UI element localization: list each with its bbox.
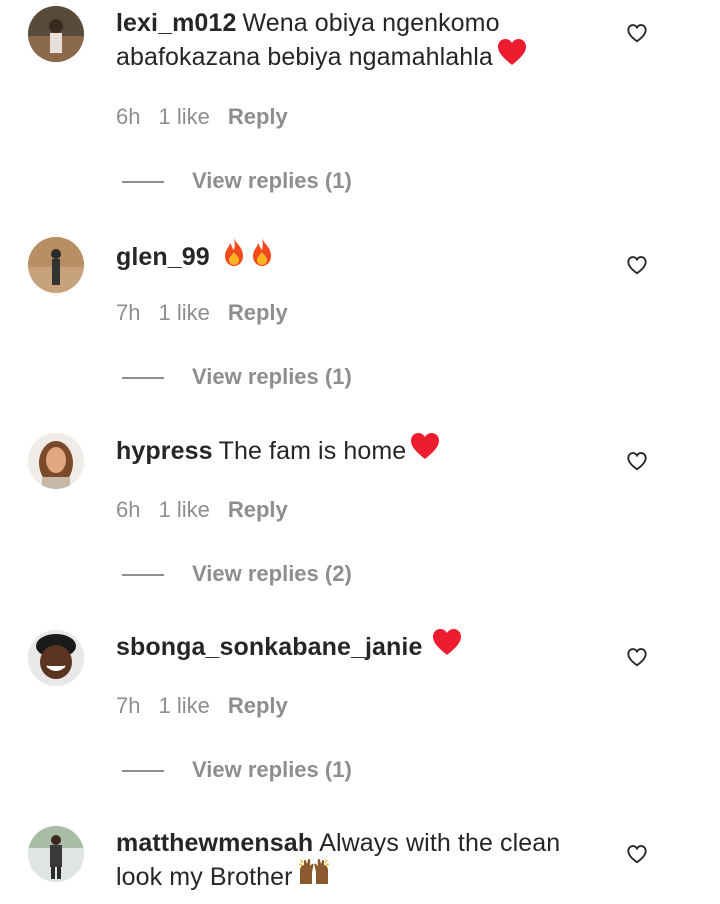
view-replies-button[interactable]: View replies (2) (122, 561, 352, 587)
comment-body: The fam is home (218, 437, 407, 466)
comment-likes[interactable]: 1 like (158, 693, 209, 718)
comment-username[interactable]: sbonga_sonkabane_janie (116, 633, 422, 661)
heart-outline-icon[interactable] (626, 254, 648, 276)
red-heart-icon (432, 628, 462, 665)
avatar[interactable] (28, 630, 84, 686)
red-heart-icon (410, 432, 440, 469)
comment-likes[interactable]: 1 like (158, 497, 209, 522)
view-replies-label: View replies (1) (192, 168, 352, 193)
divider-line (122, 770, 164, 773)
comment-likes[interactable]: 1 like (158, 104, 209, 129)
divider-line (122, 377, 164, 380)
comment-likes[interactable]: 1 like (158, 300, 209, 325)
fire-icon (248, 236, 276, 277)
comment-username[interactable]: glen_99 (116, 243, 210, 271)
comment-time: 7h (116, 693, 141, 718)
heart-outline-icon[interactable] (626, 843, 648, 865)
reply-button[interactable]: Reply (228, 104, 288, 129)
reply-button[interactable]: Reply (228, 693, 288, 718)
comment-username[interactable]: lexi_m012 (116, 9, 236, 37)
comment-meta: 7h 1 like Reply (116, 300, 306, 326)
comment-time: 6h (116, 497, 141, 522)
divider-line (122, 181, 164, 184)
view-replies-label: View replies (2) (192, 561, 352, 586)
comment-text: glen_99 (116, 238, 596, 279)
comment-text: lexi_m012 Wena obiya ngenkomo abafokazana… (116, 6, 596, 77)
reply-button[interactable]: Reply (228, 497, 288, 522)
reply-button[interactable]: Reply (228, 300, 288, 325)
comment-meta: 6h 1 like Reply (116, 497, 306, 523)
raising-hands-icon (297, 858, 331, 895)
view-replies-label: View replies (1) (192, 364, 352, 389)
fire-icon (220, 236, 248, 277)
view-replies-button[interactable]: View replies (1) (122, 364, 352, 390)
avatar[interactable] (28, 6, 84, 62)
comment-username[interactable]: matthewmensah (116, 829, 313, 857)
heart-outline-icon[interactable] (626, 22, 648, 44)
comment-meta: 6h 1 like Reply (116, 104, 306, 130)
view-replies-button[interactable]: View replies (1) (122, 168, 352, 194)
view-replies-label: View replies (1) (192, 757, 352, 782)
heart-outline-icon[interactable] (626, 450, 648, 472)
comment-username[interactable]: hypress (116, 437, 213, 465)
comment-text: sbonga_sonkabane_janie (116, 628, 596, 667)
heart-outline-icon[interactable] (626, 646, 648, 668)
comment-text: hypress The fam is home (116, 432, 596, 471)
view-replies-button[interactable]: View replies (1) (122, 757, 352, 783)
comment-time: 7h (116, 300, 141, 325)
red-heart-icon (497, 38, 527, 75)
comment-time: 6h (116, 104, 141, 129)
comment-text: matthewmensah Always with the clean look … (116, 826, 596, 897)
divider-line (122, 574, 164, 577)
avatar[interactable] (28, 433, 84, 489)
comment-meta: 7h 1 like Reply (116, 693, 306, 719)
avatar[interactable] (28, 826, 84, 882)
avatar[interactable] (28, 237, 84, 293)
